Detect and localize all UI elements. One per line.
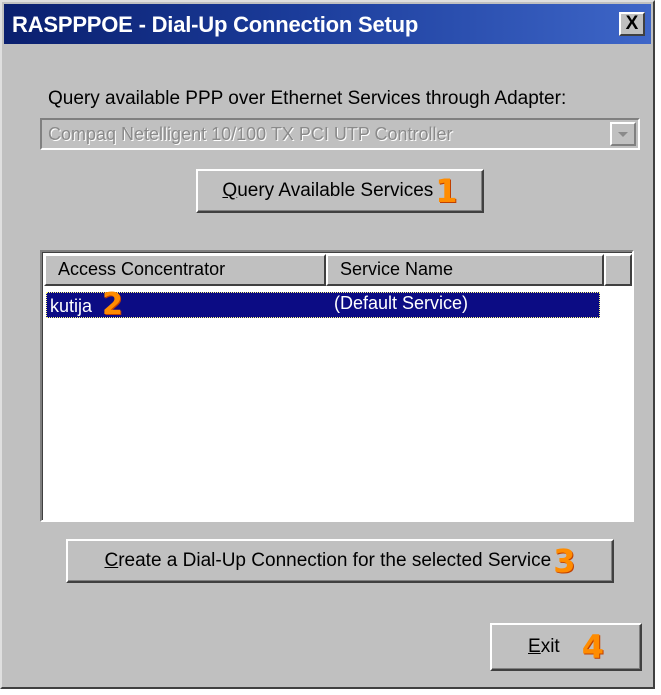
- step-badge-2: 2: [102, 287, 123, 322]
- query-services-button[interactable]: Query Available Services 1: [196, 169, 484, 213]
- column-filler: [604, 254, 632, 286]
- list-item[interactable]: kutija 2 (Default Service): [46, 287, 600, 322]
- create-label: reate a Dial-Up Connection for the selec…: [118, 550, 552, 571]
- list-header: Access Concentrator Service Name: [44, 254, 632, 286]
- cell-access-concentrator: kutija 2: [50, 287, 123, 322]
- step-badge-3: 3: [553, 542, 576, 580]
- exit-button[interactable]: Exit 4: [490, 623, 642, 671]
- cell-service-name: (Default Service): [334, 293, 469, 313]
- close-icon: X: [625, 13, 639, 34]
- window-title: RASPPPOE - Dial-Up Connection Setup: [12, 12, 419, 37]
- adapter-dropdown[interactable]: Compaq Netelligent 10/100 TX PCI UTP Con…: [40, 118, 640, 150]
- access-concentrator-value: kutija: [50, 296, 93, 316]
- chevron-down-icon[interactable]: [610, 122, 636, 146]
- close-button[interactable]: X: [619, 12, 645, 36]
- column-access-concentrator[interactable]: Access Concentrator: [44, 254, 326, 286]
- query-label: uery Available Services: [237, 180, 434, 201]
- column-service-name[interactable]: Service Name: [326, 254, 604, 286]
- step-badge-4: 4: [581, 628, 604, 666]
- create-mnemonic: C: [104, 550, 119, 571]
- create-connection-button[interactable]: Create a Dial-Up Connection for the sele…: [66, 539, 614, 583]
- services-list[interactable]: Access Concentrator Service Name kutija 2…: [40, 250, 634, 522]
- adapter-selected-value: Compaq Netelligent 10/100 TX PCI UTP Con…: [48, 124, 453, 144]
- dialup-setup-window: RASPPPOE - Dial-Up Connection Setup X Qu…: [0, 0, 655, 689]
- exit-mnemonic: E: [528, 636, 541, 657]
- query-mnemonic: Q: [222, 180, 238, 201]
- adapter-label: Query available PPP over Ethernet Servic…: [48, 88, 567, 109]
- exit-label: xit: [540, 636, 560, 657]
- title-bar[interactable]: RASPPPOE - Dial-Up Connection Setup X: [4, 4, 651, 44]
- step-badge-1: 1: [435, 172, 458, 210]
